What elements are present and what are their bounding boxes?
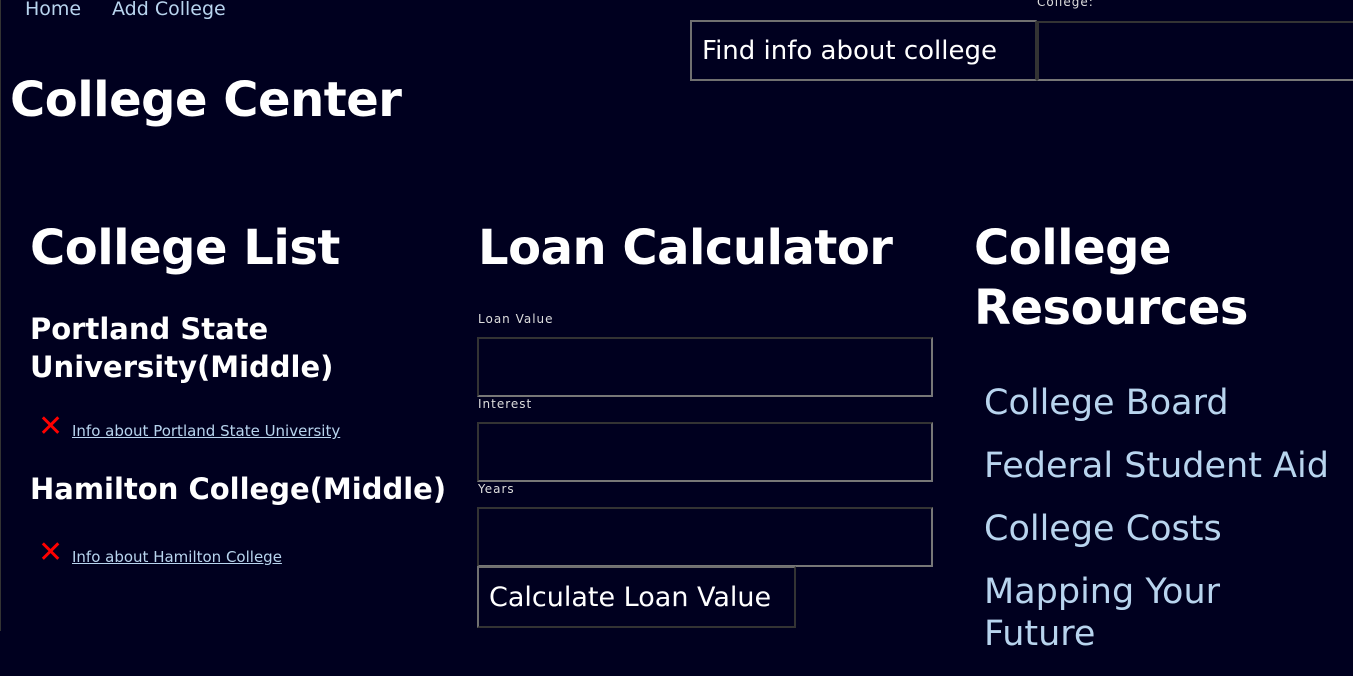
interest-input[interactable]	[477, 422, 933, 482]
interest-label: Interest	[478, 397, 533, 411]
nav-home-link[interactable]: Home	[25, 0, 81, 20]
college-name: Hamilton College(Middle)	[30, 472, 447, 506]
college-name: Portland State University(Middle)	[30, 312, 334, 384]
loan-value-label: Loan Value	[478, 312, 554, 326]
college-resources-section: College Resources College Board Federal …	[974, 218, 1344, 676]
loan-calculator-heading: Loan Calculator	[478, 220, 893, 276]
loan-value-input[interactable]	[477, 337, 933, 397]
college-label: College:	[1037, 0, 1094, 9]
nav-add-college-link[interactable]: Add College	[112, 0, 226, 20]
years-label: Years	[478, 482, 515, 496]
college-resources-heading: College Resources	[974, 220, 1248, 336]
find-college-button[interactable]: Find info about college	[690, 20, 1037, 81]
resource-link-federal-student-aid[interactable]: Federal Student Aid	[984, 445, 1344, 487]
college-list-heading: College List	[30, 220, 340, 276]
college-input[interactable]	[1037, 21, 1353, 81]
page-title: College Center	[10, 72, 402, 128]
college-item: Portland State University(Middle) ✕ Info …	[30, 310, 450, 442]
resource-link-college-costs[interactable]: College Costs	[984, 508, 1344, 550]
delete-icon[interactable]: ✕	[38, 412, 72, 442]
calculate-loan-button[interactable]: Calculate Loan Value	[477, 566, 796, 628]
college-item: Hamilton College(Middle) ✕ Info about Ham…	[30, 470, 450, 568]
resource-link-mapping-your-future[interactable]: Mapping Your Future	[984, 571, 1264, 655]
years-input[interactable]	[477, 507, 933, 567]
delete-icon[interactable]: ✕	[38, 538, 72, 568]
college-info-link[interactable]: Info about Portland State University	[72, 422, 340, 440]
college-list-section: College List Portland State University(M…	[30, 218, 450, 568]
college-info-link[interactable]: Info about Hamilton College	[72, 548, 282, 566]
resource-link-college-board[interactable]: College Board	[984, 382, 1344, 424]
